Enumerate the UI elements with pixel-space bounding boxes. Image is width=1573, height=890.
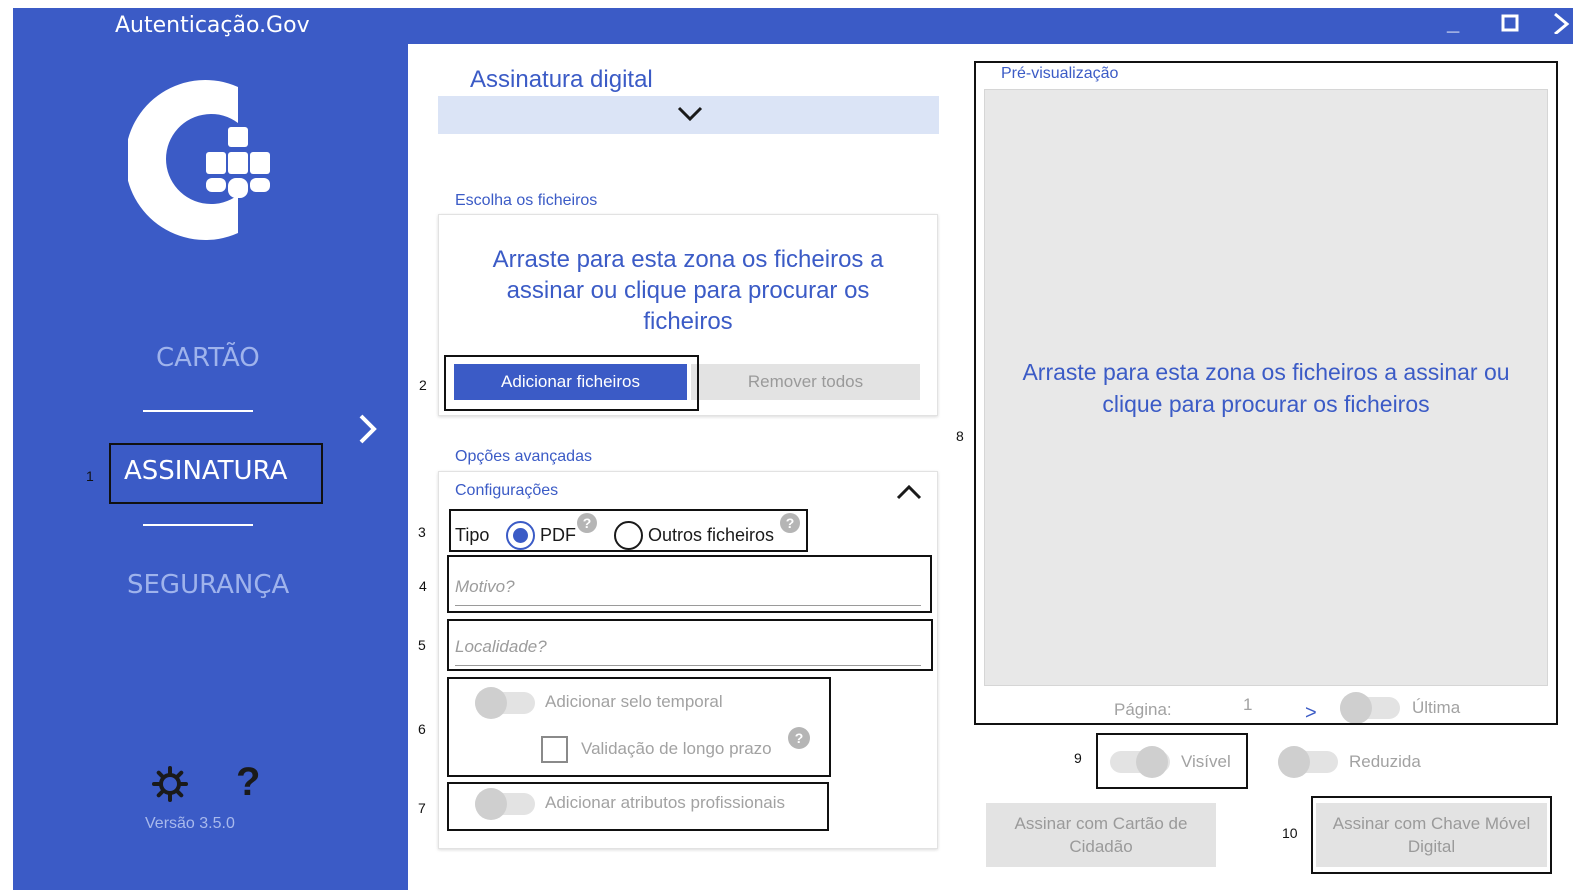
professional-label: Adicionar atributos profissionais bbox=[545, 793, 786, 812]
sidebar-item-cartao[interactable]: CARTÃO bbox=[156, 343, 260, 373]
toggle-knob bbox=[1278, 746, 1310, 778]
chevron-down-icon bbox=[677, 106, 703, 122]
chevron-up-icon[interactable] bbox=[896, 484, 922, 505]
reduced-label: Reduzida bbox=[1349, 752, 1421, 771]
help-icon[interactable]: ? bbox=[780, 513, 800, 533]
type-option-pdf-label: PDF bbox=[540, 525, 576, 545]
type-radio-pdf[interactable] bbox=[506, 521, 535, 550]
annotation-number: 4 bbox=[419, 578, 427, 594]
signature-type-dropdown[interactable] bbox=[438, 96, 939, 134]
advanced-section-title: Opções avançadas bbox=[455, 448, 592, 465]
nav-separator bbox=[143, 524, 253, 526]
last-page-label: Última bbox=[1412, 698, 1461, 717]
annotation-number: 5 bbox=[418, 637, 426, 653]
annotation-number: 3 bbox=[418, 524, 426, 540]
professional-toggle[interactable] bbox=[475, 788, 535, 820]
sidebar-item-seguranca[interactable]: SEGURANÇA bbox=[127, 570, 289, 600]
help-icon[interactable]: ? bbox=[577, 513, 597, 533]
toggle-knob bbox=[475, 687, 507, 719]
app-logo bbox=[128, 80, 270, 240]
toggle-knob bbox=[1340, 692, 1372, 724]
close-button[interactable] bbox=[1551, 12, 1571, 40]
timestamp-label: Adicionar selo temporal bbox=[545, 692, 723, 711]
annotation-number: 1 bbox=[86, 468, 94, 484]
annotation-number: 10 bbox=[1282, 825, 1298, 841]
minimize-button[interactable]: _ bbox=[1447, 10, 1459, 36]
type-label: Tipo bbox=[455, 525, 490, 545]
files-dropzone[interactable]: Arraste para esta zona os ficheiros a as… bbox=[470, 244, 906, 337]
localidade-input[interactable] bbox=[455, 628, 921, 666]
add-files-button[interactable]: Adicionar ficheiros bbox=[454, 364, 687, 400]
type-radio-other[interactable] bbox=[614, 521, 643, 550]
last-page-toggle[interactable] bbox=[1340, 692, 1400, 724]
long-term-checkbox[interactable] bbox=[541, 736, 568, 763]
annotation-number: 6 bbox=[418, 721, 426, 737]
files-section-title: Escolha os ficheiros bbox=[455, 192, 598, 209]
nav-separator bbox=[143, 410, 253, 412]
config-title: Configurações bbox=[455, 482, 559, 499]
toggle-knob bbox=[475, 788, 507, 820]
annotation-number: 7 bbox=[418, 800, 426, 816]
sign-citizen-card-button[interactable]: Assinar com Cartão de Cidadão bbox=[986, 803, 1216, 867]
close-icon bbox=[1554, 12, 1570, 36]
annotation-number: 2 bbox=[419, 377, 427, 393]
preview-title: Pré-visualização bbox=[1001, 65, 1119, 82]
reduced-toggle[interactable] bbox=[1278, 746, 1338, 778]
page-title: Assinatura digital bbox=[470, 66, 653, 93]
maximize-button[interactable] bbox=[1501, 14, 1519, 37]
remove-all-button[interactable]: Remover todos bbox=[691, 364, 920, 400]
help-icon[interactable]: ? bbox=[236, 760, 260, 805]
visible-label: Visível bbox=[1181, 752, 1231, 771]
page-label: Página: bbox=[1114, 700, 1172, 719]
type-option-other-label: Outros ficheiros bbox=[648, 525, 775, 545]
toggle-knob bbox=[1136, 746, 1168, 778]
next-page-button[interactable]: > bbox=[1305, 702, 1317, 725]
preview-dropzone-text: Arraste para esta zona os ficheiros a as… bbox=[1022, 359, 1510, 417]
version-label: Versão 3.5.0 bbox=[145, 815, 235, 832]
motivo-input[interactable] bbox=[455, 568, 921, 606]
maximize-icon bbox=[1501, 14, 1519, 32]
annotation-number: 9 bbox=[1074, 750, 1082, 766]
app-title: Autenticação.Gov bbox=[115, 13, 310, 38]
timestamp-toggle[interactable] bbox=[475, 687, 535, 719]
page-number[interactable]: 1 bbox=[1243, 695, 1252, 715]
sign-mobile-key-button[interactable]: Assinar com Chave Móvel Digital bbox=[1316, 803, 1547, 867]
chevron-right-icon bbox=[357, 412, 379, 455]
visible-toggle[interactable] bbox=[1110, 746, 1170, 778]
gear-icon[interactable] bbox=[152, 766, 188, 807]
annotation-number: 8 bbox=[956, 428, 964, 444]
help-icon[interactable]: ? bbox=[788, 727, 810, 749]
long-term-label: Validação de longo prazo bbox=[581, 739, 772, 758]
sidebar-item-assinatura[interactable]: ASSINATURA bbox=[124, 456, 287, 486]
